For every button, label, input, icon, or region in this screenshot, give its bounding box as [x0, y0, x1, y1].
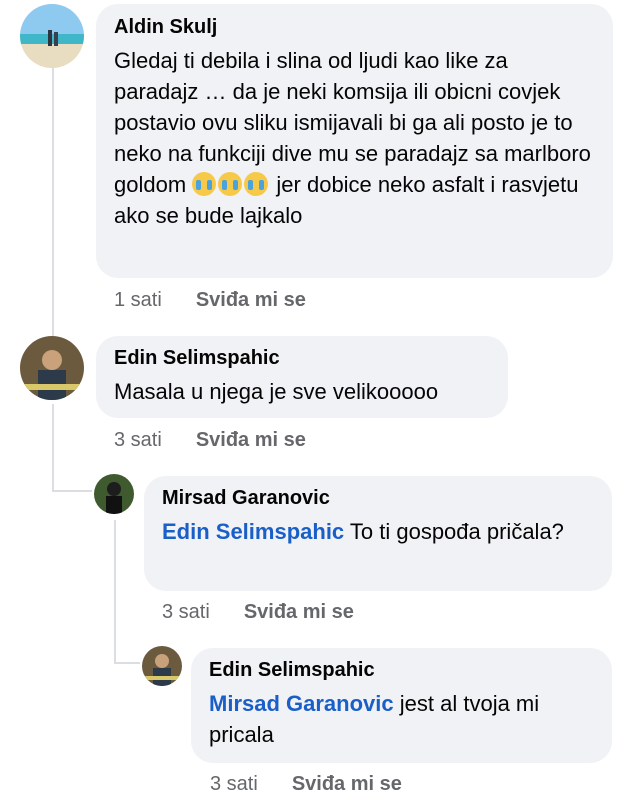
comment-text-part: To ti gospođa pričala?	[349, 519, 564, 544]
comment-author[interactable]: Edin Selimspahic	[209, 659, 594, 682]
comment-bubble[interactable]: Edin Selimspahic Masala u njega je sve v…	[96, 336, 508, 418]
person-avatar-image	[94, 474, 134, 514]
comment-bubble[interactable]: Edin Selimspahic Mirsad Garanovic jest a…	[191, 648, 612, 763]
avatar[interactable]	[20, 4, 84, 68]
avatar[interactable]	[142, 646, 182, 686]
person-avatar-image	[20, 336, 84, 400]
thread-line-reply-1-elbow	[52, 490, 92, 492]
beach-avatar-image	[20, 4, 84, 68]
comment-text: Gledaj ti debila i slina od ljudi kao li…	[114, 45, 595, 231]
avatar[interactable]	[20, 336, 84, 400]
mention-link[interactable]: Mirsad Garanovic	[209, 691, 394, 716]
comment-meta: 3 sati Sviđa mi se	[210, 773, 402, 796]
like-button[interactable]: Sviđa mi se	[196, 289, 306, 312]
comment-meta: 3 sati Sviđa mi se	[162, 601, 354, 624]
comment-text: Masala u njega je sve velikooooo	[114, 379, 439, 404]
thread-line-main	[52, 66, 54, 346]
crying-emoji-icon	[192, 172, 270, 197]
thread-line-reply-2	[114, 520, 116, 663]
thread-line-reply-2-elbow	[114, 662, 140, 664]
comment-time[interactable]: 3 sati	[114, 429, 162, 452]
like-button[interactable]: Sviđa mi se	[196, 429, 306, 452]
thread-line-reply-1	[52, 404, 54, 492]
comment-time[interactable]: 3 sati	[210, 773, 258, 796]
comment-bubble[interactable]: Aldin Skulj Gledaj ti debila i slina od …	[96, 4, 613, 278]
comment-bubble[interactable]: Mirsad Garanovic Edin Selimspahic To ti …	[144, 476, 612, 591]
comment-meta: 3 sati Sviđa mi se	[114, 429, 306, 452]
comment-meta: 1 sati Sviđa mi se	[114, 289, 306, 312]
person-avatar-image	[142, 646, 182, 686]
comment-author[interactable]: Edin Selimspahic	[114, 347, 490, 370]
avatar[interactable]	[94, 474, 134, 514]
like-button[interactable]: Sviđa mi se	[244, 601, 354, 624]
mention-link[interactable]: Edin Selimspahic	[162, 519, 344, 544]
comment-author[interactable]: Aldin Skulj	[114, 16, 595, 39]
comment-author[interactable]: Mirsad Garanovic	[162, 487, 594, 510]
comment-time[interactable]: 1 sati	[114, 289, 162, 312]
like-button[interactable]: Sviđa mi se	[292, 773, 402, 796]
comment-time[interactable]: 3 sati	[162, 601, 210, 624]
comment-text: Edin Selimspahic To ti gospođa pričala?	[162, 516, 594, 547]
comment-text: Mirsad Garanovic jest al tvoja mi prical…	[209, 688, 594, 750]
